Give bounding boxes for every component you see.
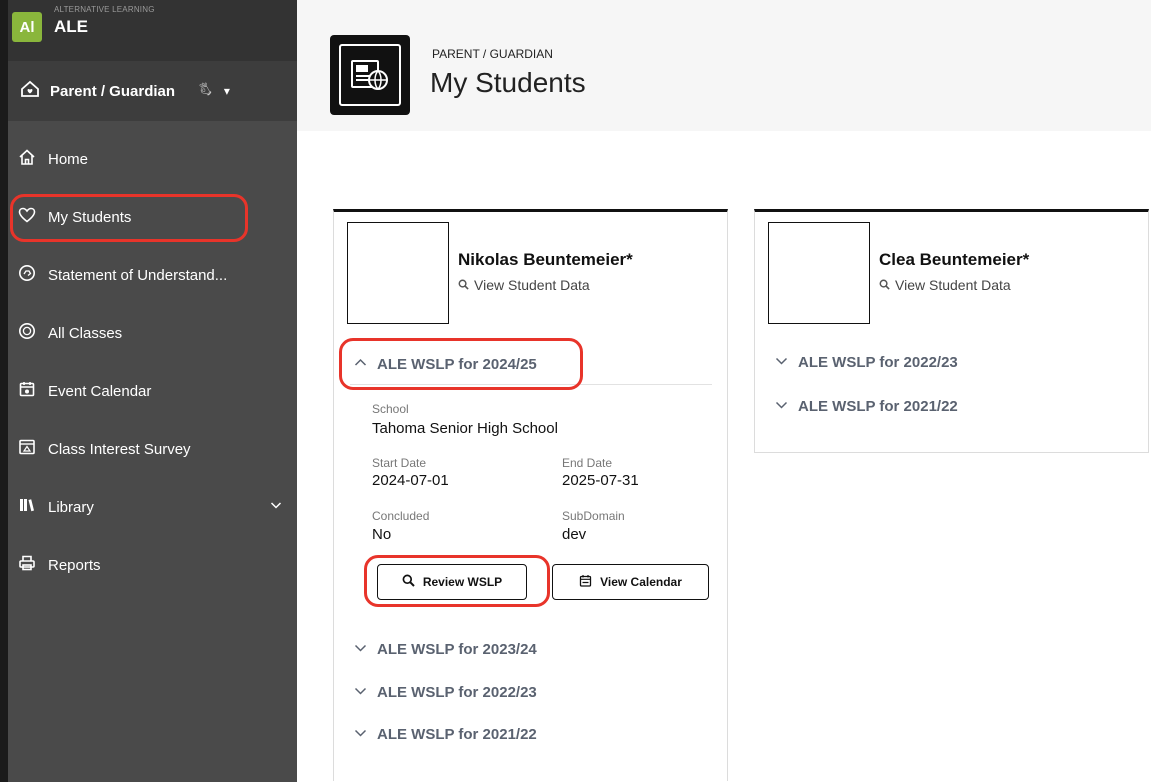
sidebar-item-label: My Students	[48, 208, 132, 226]
brand-subtitle: ALTERNATIVE LEARNING	[54, 5, 155, 14]
review-wslp-label: Review WSLP	[422, 575, 503, 589]
sidebar-nav: Home My Students Statement of Understand…	[8, 130, 297, 594]
view-student-data-label: View Student Data	[895, 277, 1011, 293]
house-heart-icon	[20, 79, 40, 104]
role-label: Parent / Guardian	[50, 82, 176, 100]
handshake-icon	[18, 264, 36, 286]
year-toggle[interactable]: ALE WSLP for 2023/24	[354, 641, 537, 658]
year-label: ALE WSLP for 2021/22	[377, 726, 537, 743]
concluded-label: Concluded	[372, 509, 430, 523]
chevron-down-icon	[775, 354, 798, 371]
year-label: ALE WSLP for 2021/22	[798, 398, 958, 415]
role-switch-icon: 🖏︎	[199, 82, 212, 97]
view-calendar-label: View Calendar	[600, 575, 682, 589]
avatar	[768, 222, 870, 324]
chevron-down-icon: ▾	[223, 84, 230, 98]
concluded-value: No	[372, 526, 392, 543]
start-date-value: 2024-07-01	[372, 472, 449, 489]
sidebar-item-label: Class Interest Survey	[48, 440, 191, 458]
school-value: Tahoma Senior High School	[372, 420, 558, 437]
sidebar-item-label: Event Calendar	[48, 382, 152, 400]
sidebar-item-home[interactable]: Home	[8, 130, 297, 188]
sidebar-item-my-students[interactable]: My Students	[8, 188, 297, 246]
library-icon	[18, 496, 36, 518]
view-student-data-link[interactable]: View Student Data	[879, 277, 1011, 293]
view-student-data-label: View Student Data	[474, 277, 590, 293]
sidebar-item-label: Reports	[48, 556, 101, 574]
sidebar-item-label: All Classes	[48, 324, 123, 342]
year-toggle[interactable]: ALE WSLP for 2022/23	[775, 354, 958, 371]
chevron-down-icon	[354, 726, 377, 743]
year-toggle[interactable]: ALE WSLP for 2021/22	[775, 398, 958, 415]
subdomain-value: dev	[562, 526, 587, 543]
student-card-icon	[330, 35, 410, 115]
calendar-icon	[579, 574, 600, 590]
sidebar-item-all-classes[interactable]: All Classes	[8, 304, 297, 362]
survey-icon	[18, 438, 36, 460]
end-date-label: End Date	[562, 456, 613, 470]
role-selector[interactable]: Parent / Guardian 🖏︎ ▾	[8, 61, 297, 121]
end-date-value: 2025-07-31	[562, 472, 639, 489]
sidebar-item-label: Library	[48, 498, 94, 516]
search-icon	[879, 277, 895, 293]
student-card: Nikolas Beuntemeier* View Student Data A…	[333, 209, 728, 781]
sidebar-item-event-calendar[interactable]: Event Calendar	[8, 362, 297, 420]
view-calendar-button[interactable]: View Calendar	[552, 564, 709, 600]
heart-icon	[18, 206, 36, 228]
year-label: ALE WSLP for 2022/23	[377, 684, 537, 701]
search-icon	[402, 574, 423, 590]
page-kicker: PARENT / GUARDIAN	[432, 47, 553, 61]
main-content: PARENT / GUARDIAN My Students Nikolas Be…	[297, 0, 1151, 782]
sidebar-item-reports[interactable]: Reports	[8, 536, 297, 594]
chevron-down-icon[interactable]	[269, 498, 283, 516]
classes-icon	[18, 322, 36, 344]
view-student-data-link[interactable]: View Student Data	[458, 277, 590, 293]
brand-name: ALE	[54, 17, 88, 36]
school-label: School	[372, 402, 409, 416]
student-name: Clea Beuntemeier*	[879, 250, 1030, 269]
sidebar-item-label: Home	[48, 150, 89, 168]
page-title: My Students	[430, 67, 586, 98]
chevron-down-icon	[775, 398, 798, 415]
student-name: Nikolas Beuntemeier*	[458, 250, 633, 269]
brand[interactable]: Al ALTERNATIVE LEARNING ALE	[8, 0, 297, 61]
sidebar-item-statement[interactable]: Statement of Understand...	[8, 246, 297, 304]
home-icon	[18, 148, 36, 170]
student-card: Clea Beuntemeier* View Student Data ALE …	[754, 209, 1149, 453]
year-toggle-expanded[interactable]: ALE WSLP for 2024/25	[354, 356, 537, 373]
calendar-icon	[18, 380, 36, 402]
year-label: ALE WSLP for 2022/23	[798, 354, 958, 371]
chevron-down-icon	[354, 641, 377, 658]
divider	[350, 384, 712, 385]
review-wslp-button[interactable]: Review WSLP	[377, 564, 527, 600]
sidebar-item-class-interest-survey[interactable]: Class Interest Survey	[8, 420, 297, 478]
start-date-label: Start Date	[372, 456, 427, 470]
sidebar-item-library[interactable]: Library	[8, 478, 297, 536]
year-toggle[interactable]: ALE WSLP for 2021/22	[354, 726, 537, 743]
brand-logo: Al	[12, 12, 42, 42]
year-label: ALE WSLP for 2023/24	[377, 641, 537, 658]
page-header: PARENT / GUARDIAN My Students	[297, 0, 1151, 131]
search-icon	[458, 277, 474, 293]
avatar	[347, 222, 449, 324]
chevron-up-icon	[354, 356, 377, 373]
printer-icon	[18, 554, 36, 576]
chevron-down-icon	[354, 684, 377, 701]
sidebar: Al ALTERNATIVE LEARNING ALE Parent / Gua…	[0, 0, 297, 782]
sidebar-item-label: Statement of Understand...	[48, 266, 228, 284]
year-toggle[interactable]: ALE WSLP for 2022/23	[354, 684, 537, 701]
subdomain-label: SubDomain	[562, 509, 625, 523]
year-label: ALE WSLP for 2024/25	[377, 356, 537, 373]
